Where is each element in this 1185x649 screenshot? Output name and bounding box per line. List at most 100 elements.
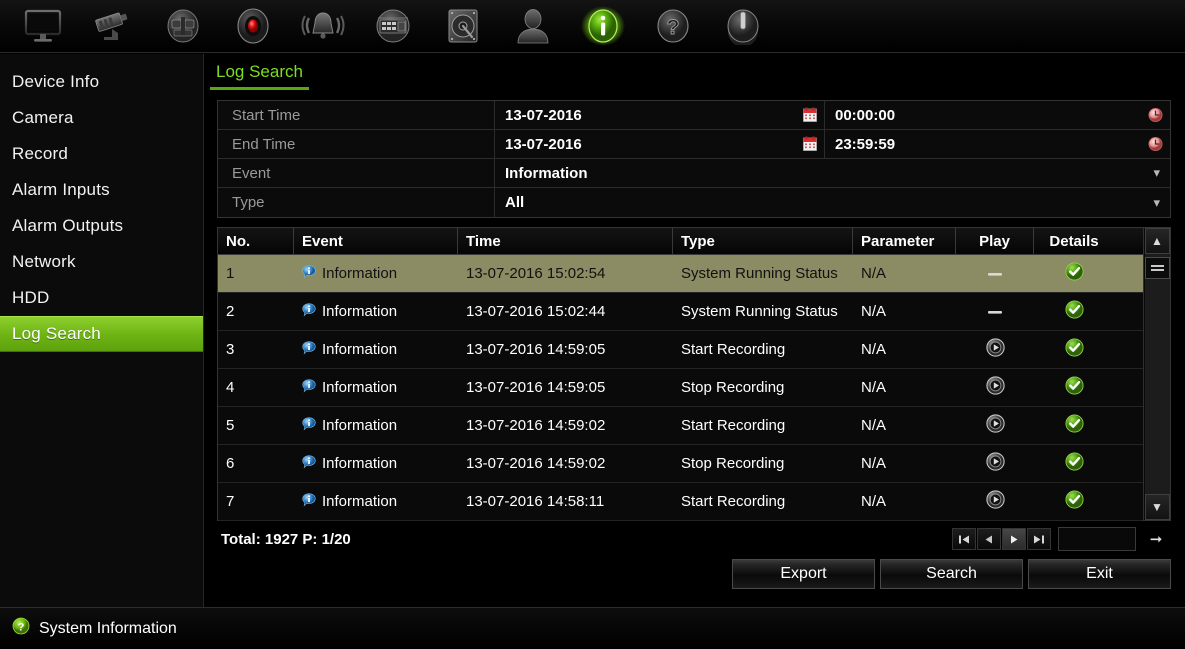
tab-log-search[interactable]: Log Search	[210, 62, 309, 90]
cell-play[interactable]	[956, 407, 1034, 444]
information-icon	[302, 416, 316, 435]
table-row[interactable]: 6 Information 13-07-2016 14:59:02 Stop Reco…	[218, 445, 1143, 483]
next-page-icon[interactable]	[1002, 528, 1026, 550]
start-time-field[interactable]: 00:00:00	[825, 101, 1170, 129]
scrollbar-track[interactable]	[1144, 254, 1170, 494]
hdd-icon[interactable]	[428, 1, 498, 51]
event-label: Information	[322, 493, 398, 510]
action-buttons: Export Search Exit	[732, 559, 1171, 589]
details-check-icon[interactable]	[1064, 376, 1084, 399]
sidebar-item-camera[interactable]: Camera	[0, 100, 203, 136]
details-check-icon[interactable]	[1064, 300, 1084, 323]
event-select[interactable]: Information ▾	[495, 159, 1170, 187]
info-icon[interactable]	[568, 1, 638, 51]
sidebar-item-network[interactable]: Network	[0, 244, 203, 280]
table-row[interactable]: 4 Information 13-07-2016 14:59:05 Stop Reco…	[218, 369, 1143, 407]
play-icon[interactable]	[985, 338, 1005, 361]
camera-icon[interactable]	[78, 1, 148, 51]
table-row[interactable]: 1 Information 13-07-2016 15:02:54 System Ru…	[218, 255, 1143, 293]
sidebar-item-alarm-inputs[interactable]: Alarm Inputs	[0, 172, 203, 208]
start-date-text: 13-07-2016	[505, 106, 582, 124]
table-row[interactable]: 3 Information 13-07-2016 14:59:05 Start Rec…	[218, 331, 1143, 369]
monitor-icon[interactable]	[8, 1, 78, 51]
cell-details[interactable]	[1034, 445, 1114, 482]
scroll-up-icon[interactable]: ▲	[1144, 228, 1170, 254]
scroll-down-icon[interactable]: ▼	[1144, 494, 1170, 520]
end-date-field[interactable]: 13-07-2016	[495, 130, 825, 158]
cell-details[interactable]	[1034, 407, 1114, 444]
cell-details[interactable]	[1034, 331, 1114, 368]
clock-icon[interactable]	[1148, 137, 1163, 152]
page-number-input[interactable]	[1058, 527, 1136, 551]
prev-page-icon[interactable]	[977, 528, 1001, 550]
play-icon[interactable]	[985, 414, 1005, 437]
cell-details[interactable]	[1034, 369, 1114, 406]
cell-play[interactable]	[956, 331, 1034, 368]
type-select[interactable]: All ▾	[495, 188, 1170, 217]
start-date-field[interactable]: 13-07-2016	[495, 101, 825, 129]
cell-play[interactable]	[956, 369, 1034, 406]
table-row[interactable]: 7 Information 13-07-2016 14:58:11 Start Rec…	[218, 483, 1143, 521]
cell-time: 13-07-2016 14:59:05	[466, 341, 606, 358]
play-icon[interactable]	[985, 452, 1005, 475]
record-icon[interactable]	[218, 1, 288, 51]
sidebar-item-device-info[interactable]: Device Info	[0, 64, 203, 100]
help-icon[interactable]: ?	[638, 1, 708, 51]
cell-details[interactable]	[1034, 483, 1114, 520]
column-header-event: Event	[294, 228, 458, 254]
event-label: Information	[322, 265, 398, 282]
export-button[interactable]: Export	[732, 559, 875, 589]
sidebar-item-alarm-outputs[interactable]: Alarm Outputs	[0, 208, 203, 244]
cell-type: System Running Status	[681, 303, 838, 320]
details-check-icon[interactable]	[1064, 338, 1084, 361]
status-text: System Information	[39, 619, 177, 637]
scrollbar-thumb[interactable]	[1144, 257, 1170, 279]
information-icon	[302, 264, 316, 283]
first-page-icon[interactable]	[952, 528, 976, 550]
type-row: Type All ▾	[218, 188, 1170, 217]
cell-play	[956, 255, 1034, 292]
sidebar-item-record[interactable]: Record	[0, 136, 203, 172]
playback-icon[interactable]	[148, 1, 218, 51]
calendar-icon[interactable]	[803, 107, 817, 123]
calendar-icon[interactable]	[803, 136, 817, 152]
svg-text:?: ?	[667, 16, 680, 39]
details-check-icon[interactable]	[1064, 490, 1084, 513]
table-row[interactable]: 5 Information 13-07-2016 14:59:02 Start Rec…	[218, 407, 1143, 445]
details-check-icon[interactable]	[1064, 262, 1084, 285]
table-body-area: No. Event Time Type Parameter Play Detai…	[218, 228, 1143, 521]
config-icon[interactable]	[358, 1, 428, 51]
go-to-page-icon[interactable]: ➞	[1143, 528, 1169, 550]
cell-parameter: N/A	[861, 417, 887, 434]
sidebar-item-log-search[interactable]: Log Search	[0, 316, 203, 352]
last-page-icon[interactable]	[1027, 528, 1051, 550]
chevron-down-icon[interactable]: ▾	[1153, 165, 1160, 181]
sidebar-item-label: Record	[12, 144, 69, 163]
details-check-icon[interactable]	[1064, 452, 1084, 475]
cell-no: 1	[226, 265, 235, 282]
end-date-text: 13-07-2016	[505, 135, 582, 153]
sidebar-item-hdd[interactable]: HDD	[0, 280, 203, 316]
play-icon[interactable]	[985, 490, 1005, 513]
information-icon	[302, 454, 316, 473]
end-time-field[interactable]: 23:59:59	[825, 130, 1170, 158]
table-rows-container: 1 Information 13-07-2016 15:02:54 System Ru…	[218, 255, 1143, 521]
cell-details[interactable]	[1034, 255, 1114, 292]
table-scrollbar[interactable]: ▲ ▼	[1143, 228, 1170, 520]
user-icon[interactable]	[498, 1, 568, 51]
clock-icon[interactable]	[1148, 108, 1163, 123]
details-check-icon[interactable]	[1064, 414, 1084, 437]
type-label: Type	[218, 188, 495, 217]
play-icon[interactable]	[985, 376, 1005, 399]
cell-play[interactable]	[956, 483, 1034, 520]
chevron-down-icon[interactable]: ▾	[1153, 195, 1160, 211]
cell-details[interactable]	[1034, 293, 1114, 330]
power-icon[interactable]	[708, 1, 778, 51]
search-button[interactable]: Search	[880, 559, 1023, 589]
information-icon	[302, 340, 316, 359]
alarm-bell-icon[interactable]	[288, 1, 358, 51]
cell-parameter: N/A	[861, 379, 887, 396]
exit-button[interactable]: Exit	[1028, 559, 1171, 589]
cell-play[interactable]	[956, 445, 1034, 482]
table-row[interactable]: 2 Information 13-07-2016 15:02:44 System Ru…	[218, 293, 1143, 331]
